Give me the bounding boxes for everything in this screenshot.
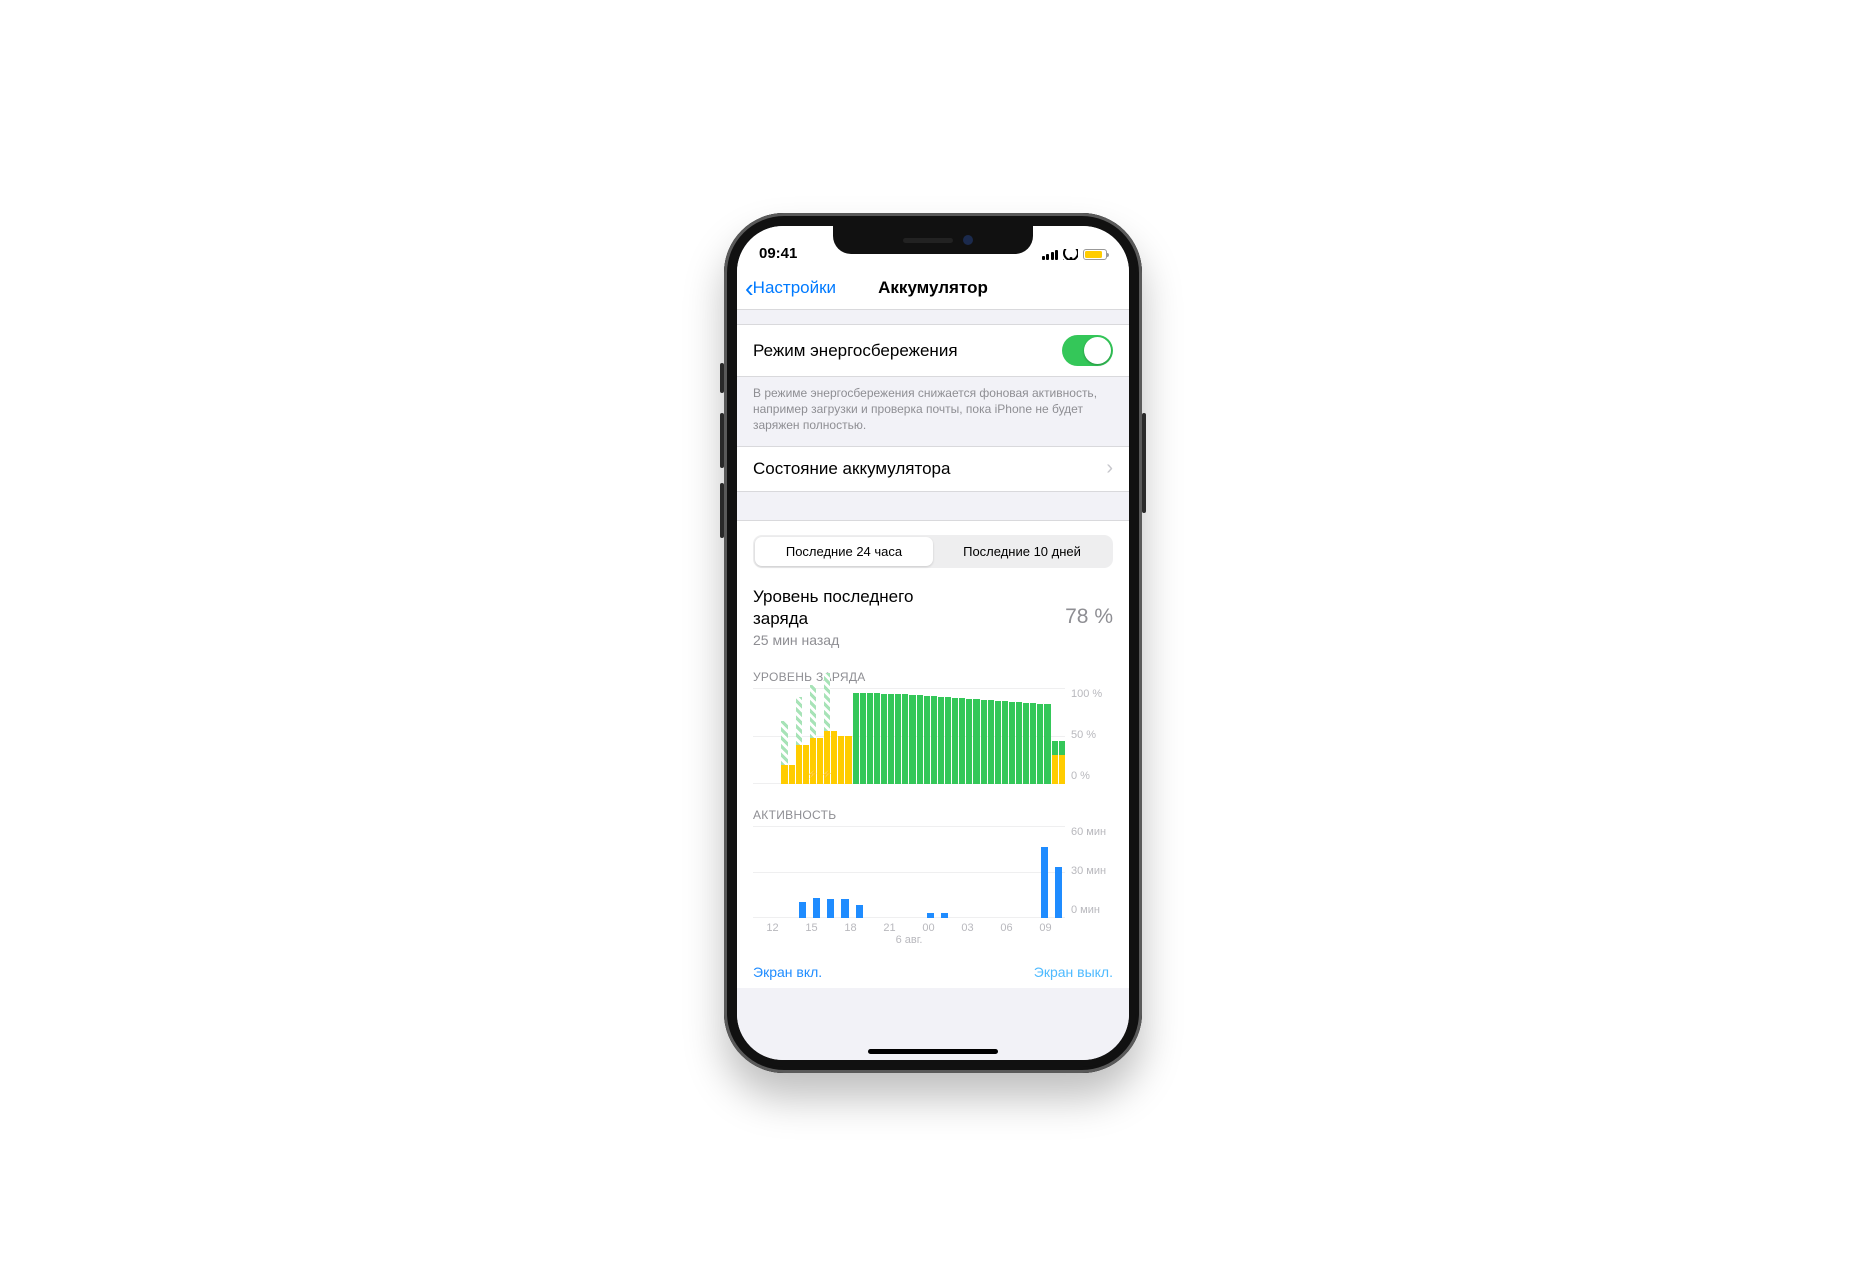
yaxis-0min: 0 мин bbox=[1071, 904, 1113, 916]
yaxis-60min: 60 мин bbox=[1071, 826, 1113, 838]
xaxis-day-label: 6 авг. bbox=[896, 934, 923, 946]
legend-screen-off: Экран выкл. bbox=[1034, 964, 1113, 980]
battery-level-chart-title: УРОВЕНЬ ЗАРЯДА bbox=[753, 670, 1113, 684]
wifi-icon bbox=[1063, 249, 1078, 260]
screen: 09:41 ‹ Настройки Аккумулятор Режим энер… bbox=[737, 226, 1129, 1060]
page-title: Аккумулятор bbox=[878, 278, 988, 298]
chevron-right-icon: › bbox=[1106, 457, 1113, 480]
notch bbox=[833, 226, 1033, 254]
last-charge-title-2: заряда bbox=[753, 608, 913, 630]
battery-health-cell[interactable]: Состояние аккумулятора › bbox=[737, 447, 1129, 491]
last-charge-percent: 78 % bbox=[1065, 605, 1113, 629]
low-power-mode-description: В режиме энергосбережения снижается фоно… bbox=[737, 377, 1129, 446]
last-charge-title-1: Уровень последнего bbox=[753, 586, 913, 608]
segment-10d[interactable]: Последние 10 дней bbox=[933, 537, 1111, 566]
low-power-mode-switch[interactable] bbox=[1062, 335, 1113, 366]
cellular-icon bbox=[1042, 250, 1059, 260]
low-power-mode-cell: Режим энергосбережения bbox=[737, 325, 1129, 376]
segment-24h[interactable]: Последние 24 часа bbox=[755, 537, 933, 566]
yaxis-30min: 30 мин bbox=[1071, 865, 1113, 877]
battery-health-label: Состояние аккумулятора bbox=[753, 459, 950, 479]
yaxis-0: 0 % bbox=[1071, 770, 1113, 782]
last-charge-row: Уровень последнего заряда 25 мин назад 7… bbox=[737, 580, 1129, 660]
activity-chart-title: АКТИВНОСТЬ bbox=[753, 808, 1113, 822]
content[interactable]: Режим энергосбережения В режиме энергосб… bbox=[737, 310, 1129, 1060]
battery-level-chart: УРОВЕНЬ ЗАРЯДА ⚡⚡ 100 % 50 % 0 % bbox=[737, 660, 1129, 784]
low-power-mode-label: Режим энергосбережения bbox=[753, 341, 958, 361]
time-range-segmented: Последние 24 часа Последние 10 дней bbox=[753, 535, 1113, 568]
legend-screen-on: Экран вкл. bbox=[753, 964, 822, 980]
activity-legend: Экран вкл. Экран выкл. bbox=[737, 934, 1129, 988]
phone-frame: 09:41 ‹ Настройки Аккумулятор Режим энер… bbox=[724, 213, 1142, 1073]
status-time: 09:41 bbox=[759, 245, 797, 266]
nav-bar: ‹ Настройки Аккумулятор bbox=[737, 266, 1129, 310]
last-charge-subtitle: 25 мин назад bbox=[753, 632, 913, 648]
yaxis-50: 50 % bbox=[1071, 729, 1113, 741]
x-axis: 12 15 18 21 00 03 06 09 6 авг. bbox=[753, 918, 1065, 934]
back-button[interactable]: ‹ Настройки bbox=[745, 275, 836, 301]
home-indicator[interactable] bbox=[868, 1049, 998, 1054]
back-label: Настройки bbox=[753, 278, 836, 298]
activity-chart: АКТИВНОСТЬ 60 мин 30 мин 0 мин bbox=[737, 798, 1129, 934]
yaxis-100: 100 % bbox=[1071, 688, 1113, 700]
battery-icon bbox=[1083, 249, 1107, 260]
